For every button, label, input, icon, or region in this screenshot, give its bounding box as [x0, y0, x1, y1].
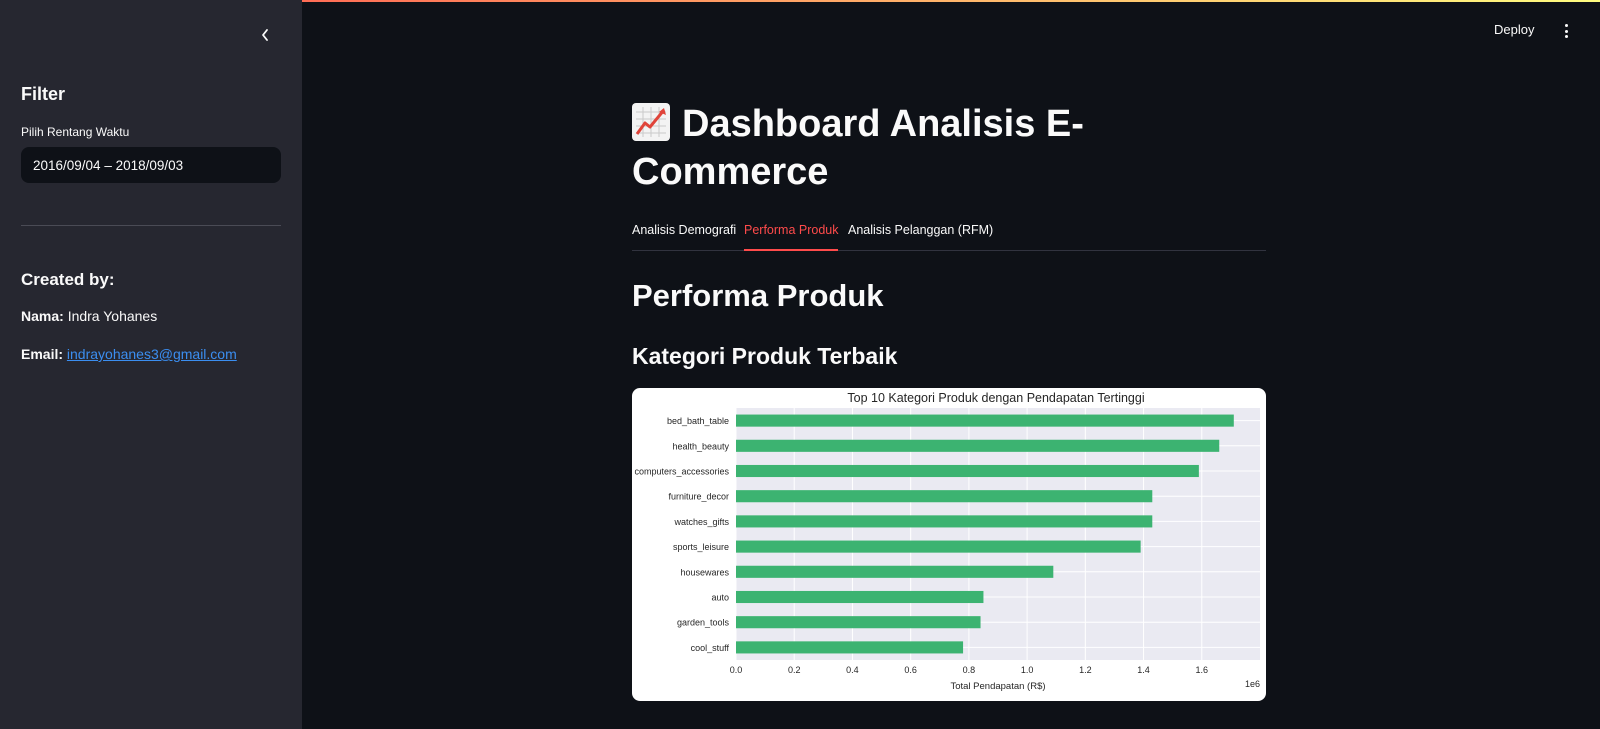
x-tick-label: 1.0: [1021, 665, 1034, 675]
tab-analisis-demografi[interactable]: Analisis Demografi: [632, 223, 736, 249]
x-axis-label: Total Pendapatan (R$): [950, 681, 1045, 692]
email-label: Email:: [21, 346, 64, 362]
bar-chart: bed_bath_table health_beauty computers_acc…: [634, 391, 1260, 692]
tab-bar: Analisis Demografi Performa Produk Anali…: [632, 218, 1266, 251]
tab-analisis-pelanggan[interactable]: Analisis Pelanggan (RFM): [848, 223, 993, 249]
email-link[interactable]: indrayohanes3@gmail.com: [67, 346, 237, 362]
chart-bar: [736, 490, 1153, 503]
category-label: garden_tools: [677, 618, 730, 628]
x-tick-label: 1.4: [1137, 665, 1150, 675]
kebab-dot-icon: [1564, 29, 1568, 33]
chart-bar: [736, 565, 1054, 578]
chart-bar: [736, 515, 1153, 528]
name-label: Nama:: [21, 308, 64, 324]
sidebar-heading: Filter: [21, 84, 66, 104]
chart-bar: [736, 616, 981, 629]
x-tick-label: 0.0: [730, 665, 743, 675]
category-label: cool_stuff: [691, 643, 730, 653]
category-label: bed_bath_table: [667, 416, 729, 426]
page-title: Dashboard Analisis E-Commerce: [632, 100, 1092, 196]
page-title-text: Dashboard Analisis E-Commerce: [632, 103, 1084, 193]
main-menu-button[interactable]: [1560, 22, 1572, 40]
chevron-left-icon: [262, 29, 268, 41]
category-label: housewares: [680, 567, 729, 577]
chart-bar: [736, 439, 1220, 452]
x-tick-label: 0.8: [963, 665, 976, 675]
date-range-input[interactable]: [21, 147, 281, 183]
sidebar: Filter Pilih Rentang Waktu Created by: N…: [0, 0, 302, 729]
chart-bar: [736, 590, 984, 604]
category-label: computers_accessories: [634, 467, 729, 477]
category-label: health_beauty: [672, 441, 729, 451]
chart-title: Top 10 Kategori Produk dengan Pendapatan…: [847, 391, 1144, 405]
x-tick-label: 0.4: [846, 665, 859, 675]
chart-increasing-icon: [632, 103, 670, 141]
x-tick-label: 1.6: [1196, 665, 1209, 675]
date-range-label: Pilih Rentang Waktu: [21, 125, 130, 139]
name-value: Indra Yohanes: [67, 308, 158, 324]
chart-card: bed_bath_table health_beauty computers_acc…: [632, 388, 1266, 701]
category-label: auto: [711, 593, 729, 603]
author-email-line: Email: indrayohanes3@gmail.com: [21, 346, 237, 362]
deploy-button[interactable]: Deploy: [1494, 22, 1534, 37]
section-title: Performa Produk: [632, 278, 884, 313]
sidebar-divider: [21, 225, 281, 226]
x-tick-label: 0.2: [788, 665, 801, 675]
chart-bar: [736, 540, 1141, 553]
chart-bar: [736, 641, 964, 654]
chart-bar: [736, 414, 1234, 427]
created-by-heading: Created by:: [21, 270, 115, 289]
x-tick-label: 0.6: [904, 665, 917, 675]
category-label: watches_gifts: [673, 517, 729, 527]
category-label: furniture_decor: [668, 492, 729, 502]
x-tick-label: 1.2: [1079, 665, 1092, 675]
kebab-dot-icon: [1564, 24, 1568, 27]
author-name-line: Nama: Indra Yohanes: [21, 308, 157, 324]
collapse-sidebar-button[interactable]: [254, 24, 276, 46]
subsection-title: Kategori Produk Terbaik: [632, 343, 898, 369]
tab-performa-produk[interactable]: Performa Produk: [744, 223, 839, 251]
category-label: sports_leisure: [673, 542, 729, 552]
chart-bar: [736, 464, 1199, 478]
x-scale-label: 1e6: [1245, 679, 1260, 689]
kebab-dot-icon: [1564, 35, 1568, 38]
